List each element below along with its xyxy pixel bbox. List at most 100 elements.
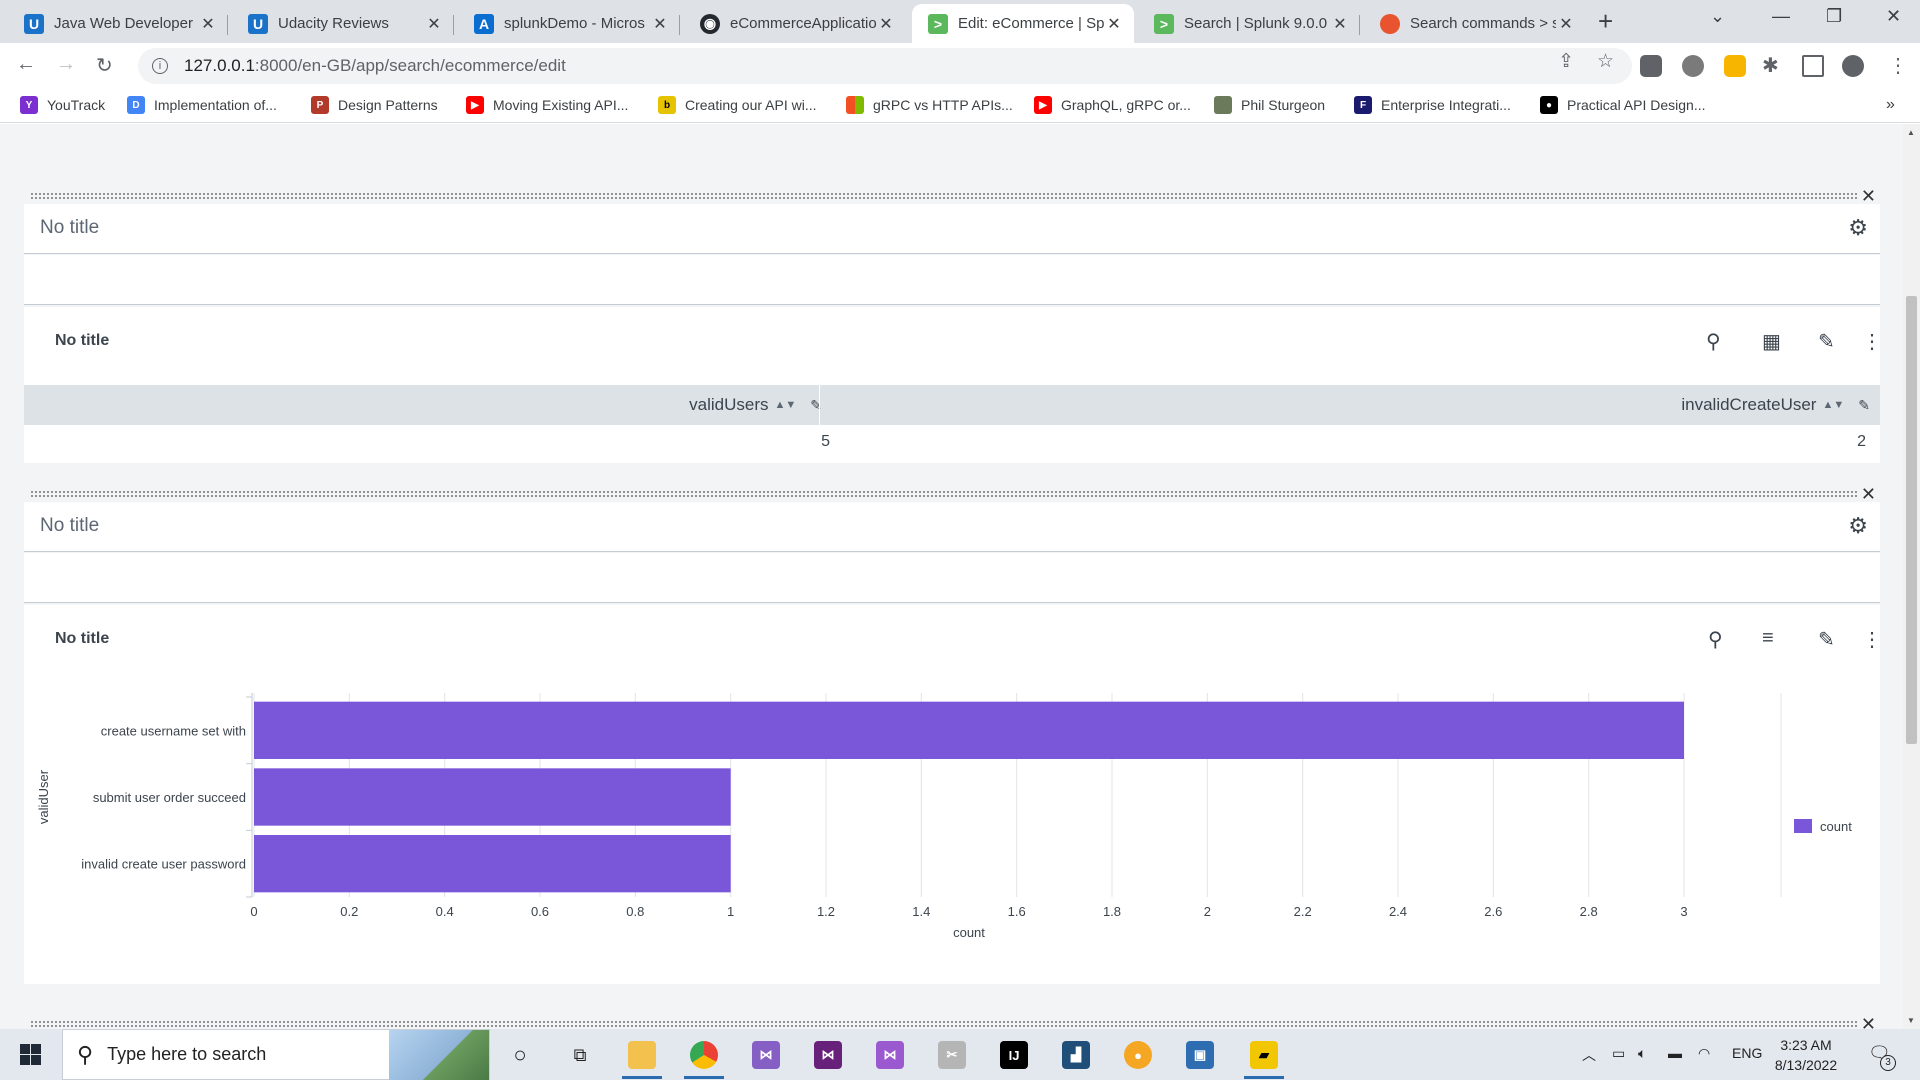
x-tick-label: 2 [1204,904,1211,919]
meet-now-icon[interactable]: ▭ [1612,1045,1625,1062]
close-icon[interactable]: ✕ [1104,14,1124,34]
restore-icon[interactable]: ❐ [1826,6,1842,27]
tab-java-web-developer[interactable]: U Java Web Developer N ✕ [8,4,228,43]
bookmark-youtrack[interactable]: Y YouTrack [20,96,105,114]
forward-icon[interactable]: → [56,53,76,76]
side-panel-icon[interactable] [1802,55,1824,77]
x-tick-label: 1.6 [1008,904,1026,919]
close-icon[interactable]: ✕ [876,14,896,34]
bookmark-implementation[interactable]: D Implementation of... [127,96,277,114]
y-category-label: invalid create user password [81,857,246,872]
row-close-icon[interactable]: ✕ [1861,1014,1876,1029]
new-tab-button[interactable]: + [1598,6,1613,37]
table-cell: 5 [821,433,830,450]
row-title-input[interactable]: No title [40,515,99,537]
bookmark-grpc-vs-http[interactable]: gRPC vs HTTP APIs... [846,96,1013,114]
bookmark-enterprise-integration[interactable]: F Enterprise Integrati... [1354,96,1511,114]
window-close-icon[interactable]: ✕ [1886,6,1901,27]
extension-icon[interactable] [1682,55,1704,77]
app-icon[interactable]: ● [1124,1041,1152,1069]
tab-search-splunk[interactable]: > Search | Splunk 9.0.0 ✕ [1138,4,1360,43]
share-icon[interactable]: ⇪ [1558,50,1574,73]
site-info-icon[interactable]: i [152,58,168,74]
volume-icon[interactable]: 🔈︎ [1638,1045,1646,1062]
close-icon[interactable]: ✕ [198,14,218,34]
scrollbar-thumb[interactable] [1906,296,1917,744]
tab-udacity-reviews[interactable]: U Udacity Reviews ✕ [232,4,454,43]
taskbar-search-box[interactable]: ⚲ Type here to search [62,1029,490,1080]
column-header-validusers[interactable]: validUsers ▲▼ ✎ [24,385,840,425]
x-tick-label: 0.2 [340,904,358,919]
row-drag-handle[interactable] [30,490,1858,498]
puzzle-icon[interactable]: ✱ [1762,53,1784,77]
wifi-icon[interactable]: ◠ [1698,1045,1710,1062]
sort-icon[interactable]: ▲▼ [1822,399,1844,411]
gear-icon[interactable]: ⚙ [1848,215,1868,241]
address-bar[interactable]: i 127.0.0.1:8000/en-GB/app/search/ecomme… [138,48,1632,84]
battery-icon[interactable]: ▬ [1668,1045,1682,1061]
bookmark-creating-our-api[interactable]: b Creating our API wi... [658,96,817,114]
row-title-input[interactable]: No title [40,217,99,239]
reload-icon[interactable]: ↻ [96,53,113,78]
search-placeholder: Type here to search [107,1044,267,1064]
bookmark-graphql-grpc[interactable]: ▶ GraphQL, gRPC or... [1034,96,1191,114]
minimize-icon[interactable]: — [1772,6,1790,27]
column-edit-icon[interactable]: ✎ [1858,397,1870,414]
sort-icon[interactable]: ▲▼ [774,399,796,411]
url-host: 127.0.0.1 [184,56,255,75]
file-explorer-icon[interactable] [628,1041,656,1069]
menu-dots-icon[interactable]: ⋮ [1888,53,1908,78]
tab-edit-ecommerce[interactable]: > Edit: eCommerce | Sp ✕ [912,4,1134,43]
url-text[interactable]: 127.0.0.1:8000/en-GB/app/search/ecommerc… [184,56,566,76]
intellij-icon[interactable]: IJ [1000,1041,1028,1069]
running-indicator [1244,1076,1284,1079]
bookmark-practical-api-design[interactable]: ● Practical API Design... [1540,96,1706,114]
close-icon[interactable]: ✕ [1330,14,1350,34]
scroll-down-icon[interactable]: ▼ [1907,1016,1915,1025]
bookmark-label: Moving Existing API... [493,97,629,113]
extension-icon[interactable] [1640,55,1662,77]
tab-search-commands[interactable]: Search commands > s ✕ [1364,4,1586,43]
show-hidden-icons-icon[interactable]: ︿ [1582,1045,1596,1065]
chrome-icon[interactable] [690,1041,718,1069]
edit-pencil-icon[interactable]: ✎ [1818,329,1835,354]
extension-w-icon[interactable] [1724,55,1746,77]
taskbar-clock[interactable]: 3:23 AM 8/13/2022 [1756,1035,1856,1075]
close-icon[interactable]: ✕ [650,14,670,34]
search-icon[interactable]: ⚲ [1706,329,1721,354]
row-drag-handle[interactable] [30,1020,1858,1028]
x-axis-title: count [953,925,985,940]
more-options-icon[interactable]: ⋮ [1862,329,1882,354]
back-icon[interactable]: ← [16,53,36,76]
tab-ecommerce-github[interactable]: ◉ eCommerceApplicatio ✕ [684,4,906,43]
cortana-icon[interactable]: ○ [506,1041,534,1069]
notification-center-icon[interactable]: 🗨︎ 3 [1868,1043,1896,1071]
visual-studio-icon[interactable]: ⋈ [752,1041,780,1069]
baeldung-icon: b [658,96,676,114]
tab-search-icon[interactable]: ⌄ [1710,6,1725,27]
visual-studio-preview-icon[interactable]: ⋈ [876,1041,904,1069]
more-bookmarks-icon[interactable]: » [1886,96,1895,114]
sticky-notes-icon[interactable]: ▰ [1250,1041,1278,1069]
bookmark-star-icon[interactable]: ☆ [1597,50,1614,73]
row-drag-handle[interactable] [30,192,1858,200]
table-icon[interactable]: ▦ [1762,329,1781,354]
column-header-invalidcreateuser[interactable]: invalidCreateUser ▲▼ ✎ [820,385,1880,425]
url-path: :8000/en-GB/app/search/ecommerce/edit [254,56,566,75]
remote-desktop-icon[interactable]: ▣ [1186,1041,1214,1069]
close-icon[interactable]: ✕ [1556,14,1576,34]
visual-studio-icon[interactable]: ⋈ [814,1041,842,1069]
app-icon[interactable]: ▟ [1062,1041,1090,1069]
tools-icon[interactable]: ✂ [938,1041,966,1069]
task-view-icon[interactable]: ⧉ [566,1041,594,1069]
windows-start-icon[interactable] [20,1044,41,1065]
scroll-up-icon[interactable]: ▲ [1907,128,1915,137]
tab-splunkdemo[interactable]: A splunkDemo - Micros ✕ [458,4,680,43]
close-icon[interactable]: ✕ [424,14,444,34]
bookmark-phil-sturgeon[interactable]: Phil Sturgeon [1214,96,1325,114]
bookmark-moving-existing-api[interactable]: ▶ Moving Existing API... [466,96,628,114]
profile-avatar-icon[interactable] [1842,55,1864,77]
gear-icon[interactable]: ⚙ [1848,513,1868,539]
page-scrollbar[interactable]: ▲ ▼ [1903,124,1920,1029]
bookmark-design-patterns[interactable]: P Design Patterns [311,96,438,114]
